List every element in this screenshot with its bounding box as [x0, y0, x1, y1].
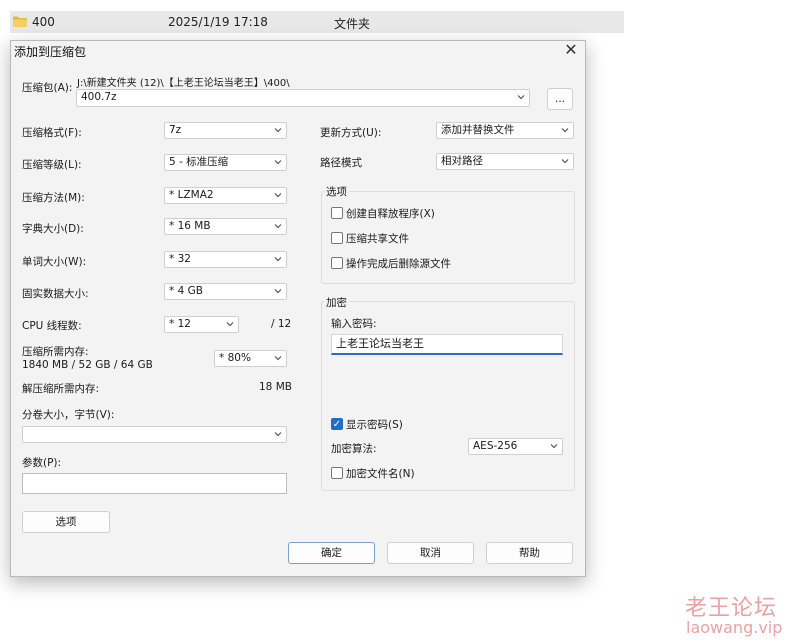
show-password-label: 显示密码(S)	[346, 419, 403, 431]
encrypt-names-checkbox[interactable]	[331, 467, 343, 479]
encryption-group-label: 加密	[324, 295, 349, 310]
mem-combo[interactable]: * 80%	[214, 350, 287, 367]
dict-value: * 16 MB	[169, 220, 211, 232]
enc-method-value: AES-256	[473, 440, 518, 452]
chevron-down-icon	[274, 128, 282, 133]
chevron-down-icon	[561, 128, 569, 133]
mem-label: 压缩所需内存:	[22, 346, 89, 358]
shared-checkbox[interactable]	[331, 232, 343, 244]
close-button[interactable]: ✕	[561, 40, 581, 60]
chevron-down-icon	[226, 322, 234, 327]
level-combo[interactable]: 5 - 标准压缩	[164, 154, 287, 171]
show-password-checkbox[interactable]: ✓	[331, 418, 343, 430]
enc-method-combo[interactable]: AES-256	[468, 438, 563, 455]
chevron-down-icon	[274, 193, 282, 198]
level-label: 压缩等级(L):	[22, 159, 82, 171]
method-value: * LZMA2	[169, 189, 214, 201]
chevron-down-icon	[550, 444, 558, 449]
archive-name-value: 400.7z	[81, 91, 117, 103]
update-value: 添加并替换文件	[441, 124, 515, 136]
cpu-combo[interactable]: * 12	[164, 316, 239, 333]
archive-name-combo[interactable]: 400.7z	[76, 89, 530, 107]
folder-icon	[13, 16, 27, 27]
update-combo[interactable]: 添加并替换文件	[436, 122, 574, 139]
method-combo[interactable]: * LZMA2	[164, 187, 287, 204]
mem-value: * 80%	[219, 352, 251, 364]
word-label: 单词大小(W):	[22, 256, 87, 268]
format-label: 压缩格式(F):	[22, 127, 82, 139]
folder-date: 2025/1/19 17:18	[168, 15, 268, 29]
chevron-down-icon	[517, 95, 525, 100]
pathmode-combo[interactable]: 相对路径	[436, 153, 574, 170]
cpu-total: / 12	[271, 318, 292, 330]
help-button[interactable]: 帮助	[486, 542, 573, 564]
chevron-down-icon	[274, 356, 282, 361]
enc-method-label: 加密算法:	[331, 443, 377, 455]
pathmode-label: 路径模式	[320, 157, 362, 169]
folder-type: 文件夹	[334, 17, 371, 31]
split-combo[interactable]	[22, 426, 287, 443]
solid-combo[interactable]: * 4 GB	[164, 283, 287, 300]
delete-checkbox[interactable]	[331, 257, 343, 269]
dialog-title: 添加到压缩包	[14, 45, 87, 59]
method-label: 压缩方法(M):	[22, 192, 85, 204]
watermark-url: laowang.vip	[686, 618, 783, 637]
options-group-label: 选项	[324, 184, 349, 199]
update-label: 更新方式(U):	[320, 127, 382, 139]
folder-row[interactable]	[10, 11, 624, 33]
checkmark-icon: ✓	[332, 419, 342, 430]
params-input[interactable]	[22, 473, 287, 494]
word-combo[interactable]: * 32	[164, 251, 287, 268]
options-button[interactable]: 选项	[22, 511, 110, 533]
decomp-value: 18 MB	[259, 381, 292, 393]
password-label: 输入密码:	[331, 318, 377, 330]
chevron-down-icon	[561, 159, 569, 164]
chevron-down-icon	[274, 432, 282, 437]
chevron-down-icon	[274, 289, 282, 294]
chevron-down-icon	[274, 257, 282, 262]
ok-button[interactable]: 确定	[288, 542, 375, 564]
chevron-down-icon	[274, 160, 282, 165]
solid-label: 固实数据大小:	[22, 288, 89, 300]
dict-combo[interactable]: * 16 MB	[164, 218, 287, 235]
password-value: 上老王论坛当老王	[336, 337, 424, 350]
folder-name: 400	[32, 15, 55, 29]
close-icon: ✕	[564, 40, 578, 59]
format-combo[interactable]: 7z	[164, 122, 287, 139]
solid-value: * 4 GB	[169, 285, 203, 297]
format-value: 7z	[169, 124, 182, 136]
pathmode-value: 相对路径	[441, 155, 483, 167]
cancel-button[interactable]: 取消	[387, 542, 474, 564]
chevron-down-icon	[274, 224, 282, 229]
sfx-label: 创建自释放程序(X)	[346, 208, 435, 220]
decomp-label: 解压缩所需内存:	[22, 383, 100, 395]
word-value: * 32	[169, 253, 191, 265]
archive-label: 压缩包(A):	[22, 82, 73, 94]
mem-detail: 1840 MB / 52 GB / 64 GB	[22, 359, 153, 371]
shared-label: 压缩共享文件	[346, 233, 409, 245]
password-input[interactable]: 上老王论坛当老王	[331, 334, 563, 355]
archive-path: J:\新建文件夹 (12)\【上老王论坛当老王】\400\	[77, 78, 290, 89]
dict-label: 字典大小(D):	[22, 223, 84, 235]
sfx-checkbox[interactable]	[331, 207, 343, 219]
level-value: 5 - 标准压缩	[169, 156, 229, 168]
encrypt-names-label: 加密文件名(N)	[346, 468, 415, 480]
browse-button[interactable]: ...	[547, 88, 573, 110]
params-label: 参数(P):	[22, 457, 62, 469]
cpu-label: CPU 线程数:	[22, 320, 82, 332]
cpu-value: * 12	[169, 318, 191, 330]
delete-label: 操作完成后删除源文件	[346, 258, 451, 270]
split-label: 分卷大小，字节(V):	[22, 409, 115, 421]
